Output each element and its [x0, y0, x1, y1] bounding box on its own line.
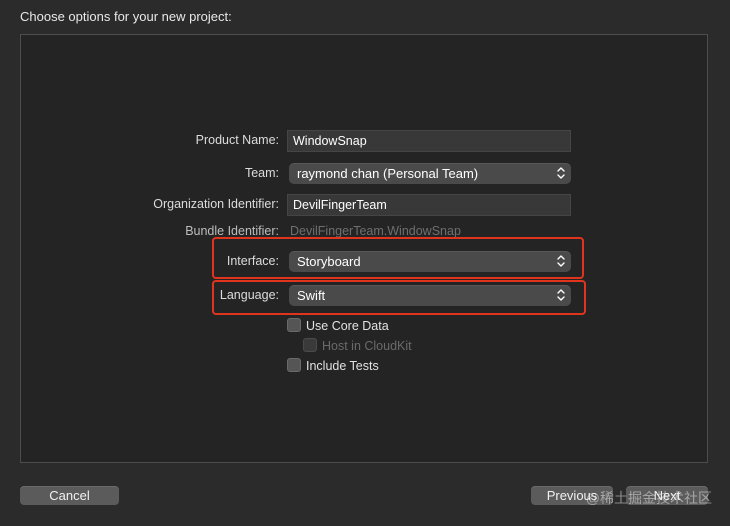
language-popup-value: Swift	[297, 288, 326, 303]
dialog-heading: Choose options for your new project:	[20, 9, 232, 24]
watermark: @稀土掘金技术社区	[585, 490, 712, 506]
chevron-up-down-icon	[557, 255, 565, 267]
checkbox-box	[287, 318, 301, 332]
host-in-cloudkit-checkbox: Host in CloudKit	[303, 338, 412, 354]
product-name-label: Product Name:	[195, 133, 279, 147]
team-popup-value: raymond chan (Personal Team)	[297, 166, 479, 181]
chevron-up-down-icon	[557, 289, 565, 301]
cancel-button[interactable]: Cancel	[20, 486, 119, 505]
checkbox-box	[303, 338, 317, 352]
team-label: Team:	[244, 166, 279, 180]
language-label: Language:	[219, 288, 279, 302]
organization-identifier-label: Organization Identifier:	[153, 197, 279, 211]
bundle-identifier-value: DevilFingerTeam.WindowSnap	[290, 224, 461, 238]
include-tests-label: Include Tests	[306, 359, 379, 373]
chevron-up-down-icon	[557, 167, 565, 179]
include-tests-checkbox[interactable]: Include Tests	[287, 358, 379, 374]
team-popup[interactable]: raymond chan (Personal Team)	[289, 163, 571, 184]
host-in-cloudkit-label: Host in CloudKit	[322, 339, 412, 353]
interface-label: Interface:	[226, 254, 279, 268]
product-name-field[interactable]: WindowSnap	[287, 130, 571, 152]
use-core-data-checkbox[interactable]: Use Core Data	[287, 318, 389, 334]
use-core-data-label: Use Core Data	[306, 319, 389, 333]
interface-popup[interactable]: Storyboard	[289, 251, 571, 272]
interface-popup-value: Storyboard	[297, 254, 361, 269]
bundle-identifier-label: Bundle Identifier:	[185, 224, 279, 238]
organization-identifier-field[interactable]: DevilFingerTeam	[287, 194, 571, 216]
language-popup[interactable]: Swift	[289, 285, 571, 306]
checkbox-box	[287, 358, 301, 372]
